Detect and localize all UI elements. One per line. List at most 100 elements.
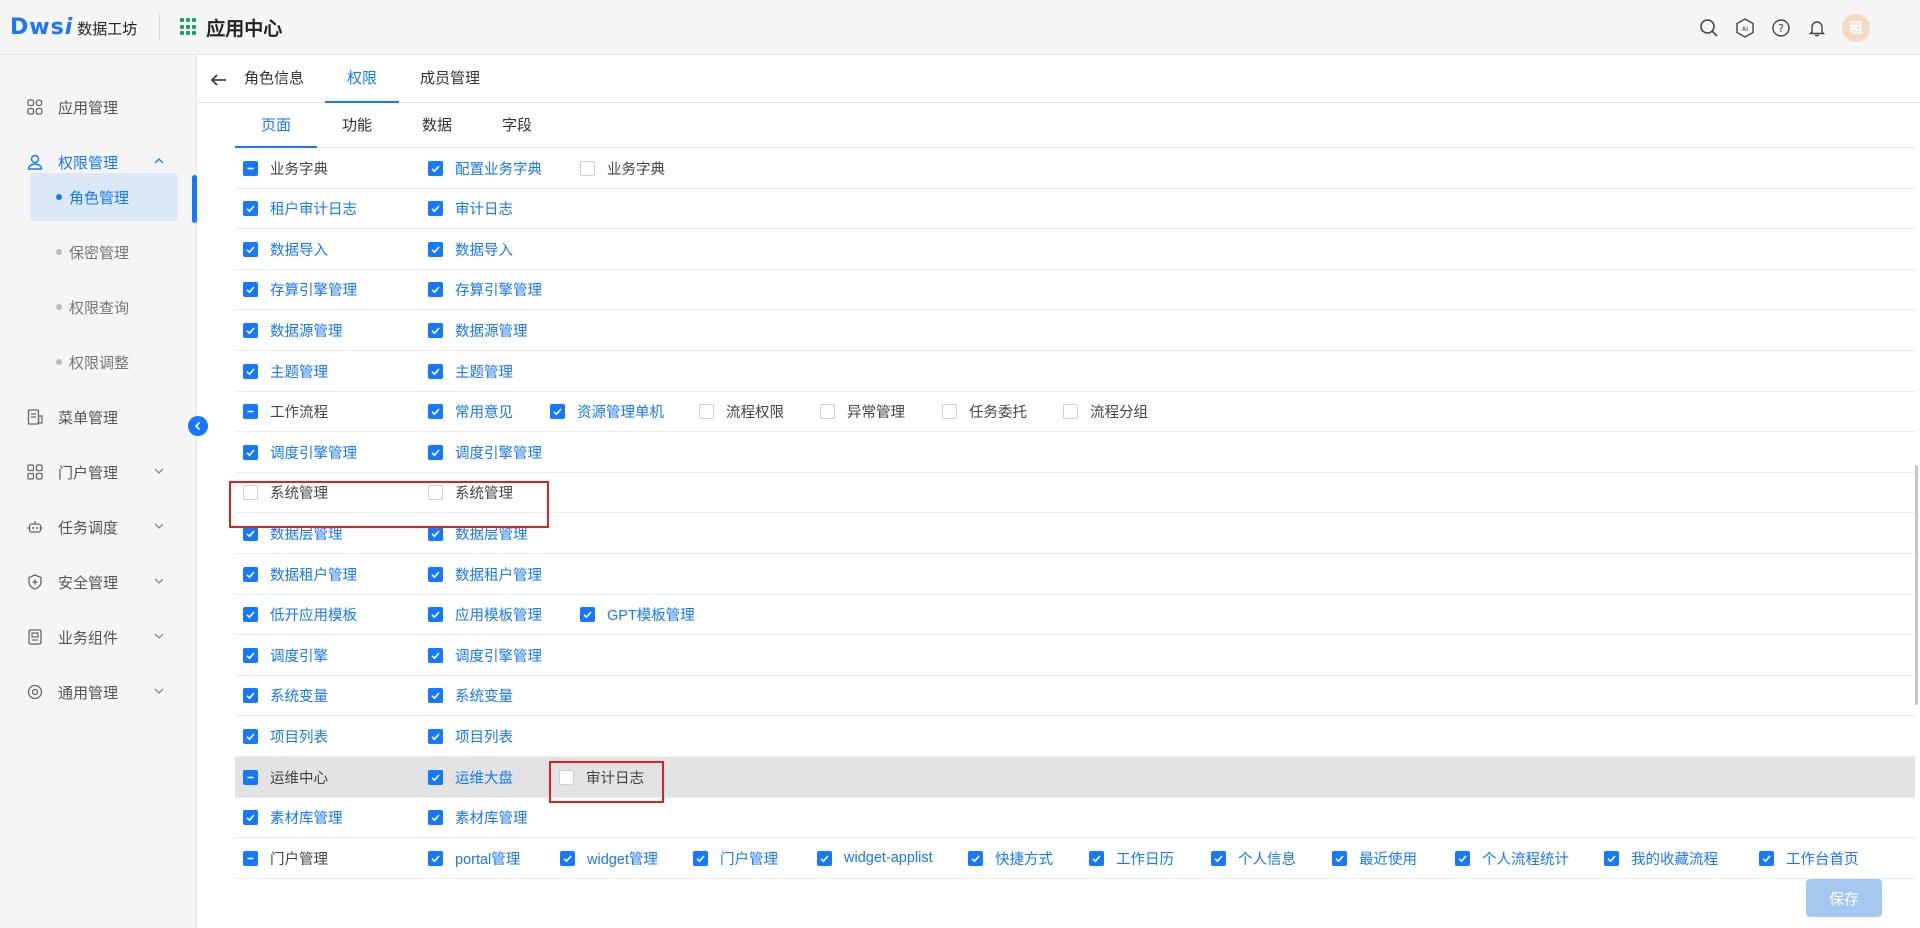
sidebar-item-business-components[interactable]: 业务组件 [0,617,197,657]
checkbox-checked[interactable] [243,688,258,704]
checkbox-checked[interactable] [243,444,258,460]
sidebar-subitem-permission-adjust[interactable]: 权限调整 [30,338,178,386]
permission-parent[interactable]: 素材库管理 [243,798,343,838]
tab-role-info[interactable]: 角色信息 [234,55,314,103]
checkbox-checked[interactable] [428,850,443,866]
checkbox-checked[interactable] [428,607,443,623]
permission-child[interactable]: widget-applist [817,838,933,878]
checkbox-checked[interactable] [817,850,832,866]
permission-child[interactable]: GPT模板管理 [580,595,695,635]
ai-icon[interactable]: AI [1734,17,1756,39]
permission-child[interactable]: 数据源管理 [428,310,528,350]
checkbox-checked[interactable] [428,688,443,704]
sidebar-subitem-permission-query[interactable]: 权限查询 [30,283,178,331]
checkbox-checked[interactable] [428,282,443,298]
checkbox-checked[interactable] [428,363,443,379]
checkbox-checked[interactable] [243,607,258,623]
permission-child[interactable]: 主题管理 [428,351,513,391]
checkbox-indeterminate[interactable] [243,769,258,785]
checkbox-checked[interactable] [428,444,443,460]
checkbox-unchecked[interactable] [699,404,714,420]
permission-parent[interactable]: 业务字典 [243,148,328,188]
permission-parent[interactable]: 调度引擎管理 [243,432,357,472]
permission-child[interactable]: 系统变量 [428,676,513,716]
permission-child[interactable]: 项目列表 [428,716,513,756]
permission-parent[interactable]: 项目列表 [243,716,328,756]
permission-child[interactable]: 业务字典 [580,148,665,188]
back-arrow-icon[interactable] [209,70,229,90]
sidebar-item-general-management[interactable]: 通用管理 [0,672,197,712]
checkbox-checked[interactable] [428,241,443,257]
permission-child[interactable]: 数据导入 [428,229,513,269]
permission-child[interactable]: 工作台首页 [1759,838,1859,878]
tab-permissions[interactable]: 权限 [325,55,399,103]
checkbox-checked[interactable] [428,201,443,217]
permission-parent[interactable]: 工作流程 [243,392,328,432]
bell-icon[interactable] [1806,17,1828,39]
permission-child[interactable]: 应用模板管理 [428,595,542,635]
permission-child[interactable]: widget管理 [560,838,658,878]
permission-child[interactable]: 流程权限 [699,392,784,432]
checkbox-checked[interactable] [1211,850,1226,866]
permission-child[interactable]: 个人信息 [1211,838,1296,878]
checkbox-checked[interactable] [428,404,443,420]
save-button[interactable]: 保存 [1806,879,1882,917]
checkbox-checked[interactable] [428,728,443,744]
permission-child[interactable]: 流程分组 [1063,392,1148,432]
checkbox-checked[interactable] [1604,850,1619,866]
permission-child[interactable]: 任务委托 [942,392,1027,432]
permission-child[interactable]: 配置业务字典 [428,148,542,188]
checkbox-checked[interactable] [243,728,258,744]
permission-child[interactable]: 运维大盘 [428,757,513,797]
help-icon[interactable]: ? [1770,17,1792,39]
checkbox-checked[interactable] [693,850,708,866]
sidebar-item-portal-management[interactable]: 门户管理 [0,452,197,492]
permission-parent[interactable]: 数据源管理 [243,310,343,350]
checkbox-checked[interactable] [428,769,443,785]
tab-member-management[interactable]: 成员管理 [410,55,490,103]
permission-parent[interactable]: 运维中心 [243,757,328,797]
checkbox-checked[interactable] [968,850,983,866]
permission-parent[interactable]: 数据导入 [243,229,328,269]
checkbox-indeterminate[interactable] [243,404,258,420]
checkbox-checked[interactable] [243,241,258,257]
permission-child[interactable]: 资源管理单机 [550,392,664,432]
sidebar-item-app-management[interactable]: 应用管理 [0,87,197,127]
checkbox-checked[interactable] [1455,850,1470,866]
permission-child[interactable]: portal管理 [428,838,520,878]
permission-child[interactable]: 调度引擎管理 [428,635,542,675]
checkbox-checked[interactable] [580,607,595,623]
permission-parent[interactable]: 存算引擎管理 [243,270,357,310]
checkbox-checked[interactable] [243,322,258,338]
checkbox-checked[interactable] [428,160,443,176]
sidebar-item-task-scheduling[interactable]: 任务调度 [0,507,197,547]
checkbox-checked[interactable] [1332,850,1347,866]
sidebar-item-security-management[interactable]: 安全管理 [0,562,197,602]
checkbox-checked[interactable] [550,404,565,420]
checkbox-checked[interactable] [243,647,258,663]
permission-child[interactable]: 数据租户管理 [428,554,542,594]
permission-parent[interactable]: 主题管理 [243,351,328,391]
permission-child[interactable]: 快捷方式 [968,838,1053,878]
checkbox-unchecked[interactable] [580,160,595,176]
sidebar-item-menu-management[interactable]: 菜单管理 [0,397,197,437]
permission-parent[interactable]: 系统变量 [243,676,328,716]
permission-child[interactable]: 工作日历 [1089,838,1174,878]
tab-field[interactable]: 字段 [477,103,557,148]
permission-child[interactable]: 常用意见 [428,392,513,432]
checkbox-checked[interactable] [243,566,258,582]
sidebar-subitem-secrecy-management[interactable]: 保密管理 [30,228,178,276]
permission-child[interactable]: 存算引擎管理 [428,270,542,310]
permission-child[interactable]: 调度引擎管理 [428,432,542,472]
checkbox-unchecked[interactable] [820,404,835,420]
permission-child[interactable]: 素材库管理 [428,798,528,838]
scrollbar[interactable] [1915,465,1918,705]
checkbox-unchecked[interactable] [942,404,957,420]
checkbox-checked[interactable] [428,810,443,826]
permission-parent[interactable]: 租户审计日志 [243,189,357,229]
checkbox-checked[interactable] [560,850,575,866]
permission-parent[interactable]: 调度引擎 [243,635,328,675]
tab-data[interactable]: 数据 [397,103,477,148]
permission-parent[interactable]: 数据租户管理 [243,554,357,594]
checkbox-checked[interactable] [243,363,258,379]
